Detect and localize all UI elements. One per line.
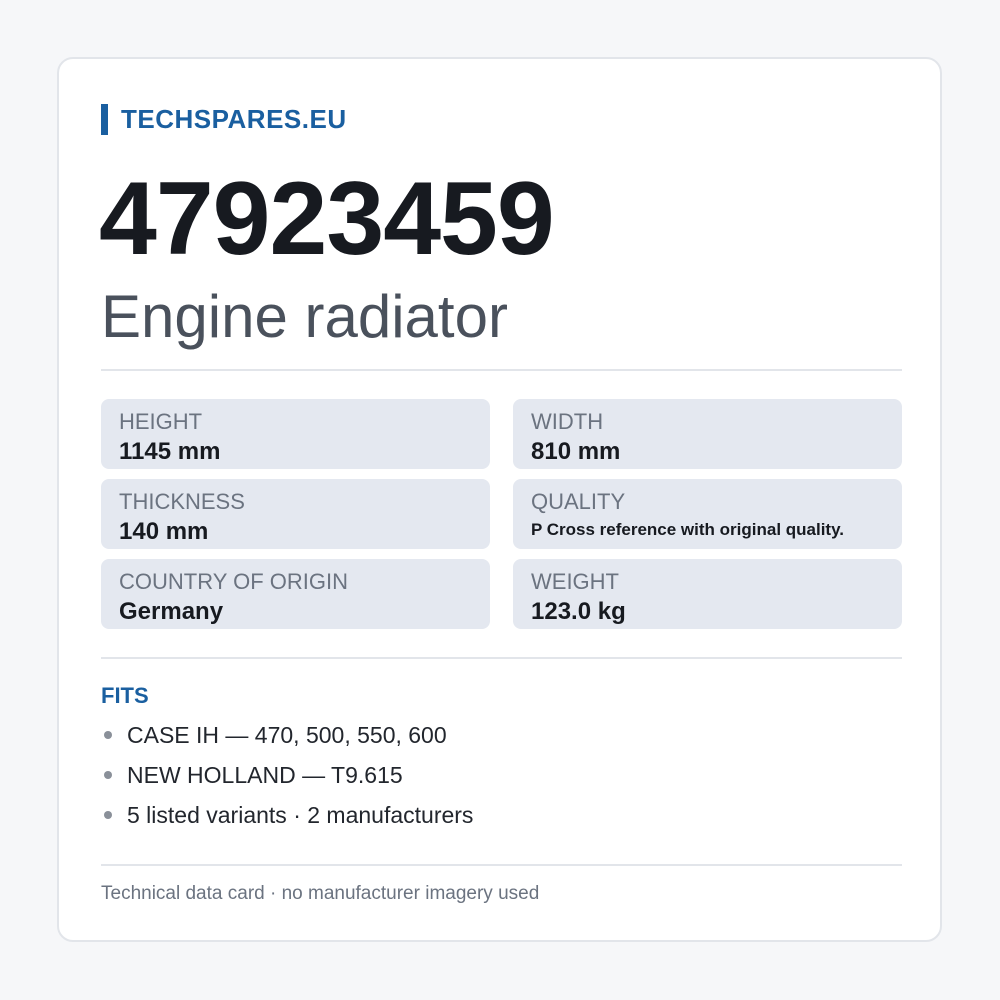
spec-width: WIDTH 810 mm: [513, 399, 902, 469]
spec-label: WIDTH: [531, 409, 604, 434]
spec-weight: WEIGHT 123.0 kg: [513, 559, 902, 629]
part-data-card: TECHSPARES.EU 47923459 Engine radiator H…: [57, 57, 942, 942]
list-item: NEW HOLLAND — T9.615: [101, 755, 473, 795]
spec-value: 140 mm: [119, 518, 209, 545]
fits-item-text: CASE IH — 470, 500, 550, 600: [127, 721, 447, 748]
list-item: 5 listed variants · 2 manufacturers: [101, 795, 473, 835]
spec-label: HEIGHT: [119, 409, 203, 434]
brand-name: TECHSPARES.EU: [121, 103, 347, 134]
spec-value: Germany: [119, 598, 224, 625]
part-number: 47923459: [99, 161, 555, 277]
bullet-icon: [104, 771, 112, 779]
brand-header: TECHSPARES.EU: [101, 103, 347, 135]
spec-label: QUALITY: [531, 489, 626, 514]
spec-grid: HEIGHT 1145 mm WIDTH 810 mm THICKNESS 14…: [101, 399, 902, 629]
spec-label: THICKNESS: [119, 489, 245, 514]
spec-value: P Cross reference with original quality.: [531, 520, 845, 539]
divider-bottom: [101, 864, 902, 866]
fits-list: CASE IH — 470, 500, 550, 600 NEW HOLLAND…: [101, 715, 473, 835]
fits-item-text: 5 listed variants · 2 manufacturers: [127, 801, 474, 828]
spec-thickness: THICKNESS 140 mm: [101, 479, 490, 549]
spec-value: 123.0 kg: [531, 598, 626, 625]
bullet-icon: [104, 731, 112, 739]
divider-middle: [101, 657, 902, 659]
fits-item-text: NEW HOLLAND — T9.615: [127, 761, 403, 788]
spec-quality: QUALITY P Cross reference with original …: [513, 479, 902, 549]
spec-country-of-origin: COUNTRY OF ORIGIN Germany: [101, 559, 490, 629]
footer-note: Technical data card · no manufacturer im…: [101, 883, 540, 904]
list-item: CASE IH — 470, 500, 550, 600: [101, 715, 473, 755]
spec-label: WEIGHT: [531, 569, 619, 594]
divider-top: [101, 369, 902, 371]
part-name: Engine radiator: [101, 283, 508, 350]
spec-height: HEIGHT 1145 mm: [101, 399, 490, 469]
spec-value: 1145 mm: [119, 438, 221, 465]
brand-accent-bar: [101, 103, 108, 135]
bullet-icon: [104, 811, 112, 819]
spec-label: COUNTRY OF ORIGIN: [119, 569, 348, 594]
fits-title: FITS: [101, 683, 149, 708]
spec-value: 810 mm: [531, 438, 621, 465]
